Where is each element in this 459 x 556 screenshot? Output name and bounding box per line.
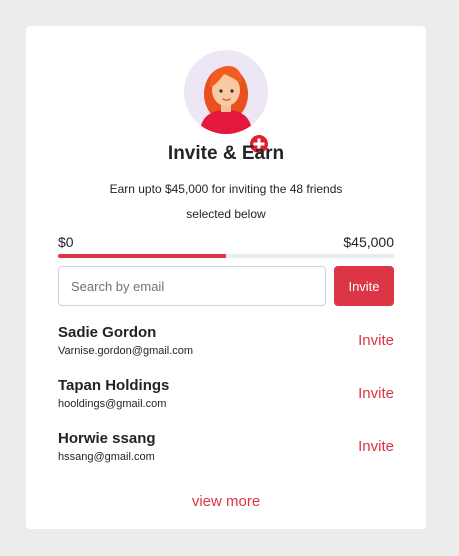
invite-description: Earn upto $45,000 for inviting the 48 fr…	[109, 182, 343, 221]
friend-name: Tapan Holdings	[58, 377, 170, 394]
list-item: Tapan Holdings hooldings@gmail.com Invit…	[58, 375, 394, 428]
search-email-input[interactable]	[58, 266, 326, 306]
list-item: Horwie ssang hssang@gmail.com Invite	[58, 428, 394, 481]
friends-list: Sadie Gordon Varnise.gordon@gmail.com In…	[58, 322, 394, 481]
friend-name: Horwie ssang	[58, 430, 156, 447]
avatar	[184, 50, 270, 155]
view-more-link[interactable]: view more	[26, 493, 426, 510]
friend-email: hssang@gmail.com	[58, 451, 155, 463]
invite-button[interactable]: Invite	[334, 266, 394, 306]
range-max-label: $45,000	[343, 234, 394, 250]
list-item: Sadie Gordon Varnise.gordon@gmail.com In…	[58, 322, 394, 375]
friend-invite-link[interactable]: Invite	[358, 438, 394, 455]
friend-invite-link[interactable]: Invite	[358, 332, 394, 349]
reward-range: $0 $45,000	[58, 234, 394, 252]
friend-name: Sadie Gordon	[58, 324, 157, 341]
friend-invite-link[interactable]: Invite	[358, 385, 394, 402]
reward-progress-bar	[58, 254, 394, 258]
invite-card: Invite & Earn Earn upto $45,000 for invi…	[26, 26, 426, 529]
reward-progress-fill	[58, 254, 226, 258]
friend-email: Varnise.gordon@gmail.com	[58, 345, 194, 357]
page-title: Invite & Earn	[167, 143, 285, 164]
range-min-label: $0	[58, 234, 74, 250]
woman-avatar-icon	[184, 50, 268, 134]
friend-email: hooldings@gmail.com	[58, 398, 167, 410]
